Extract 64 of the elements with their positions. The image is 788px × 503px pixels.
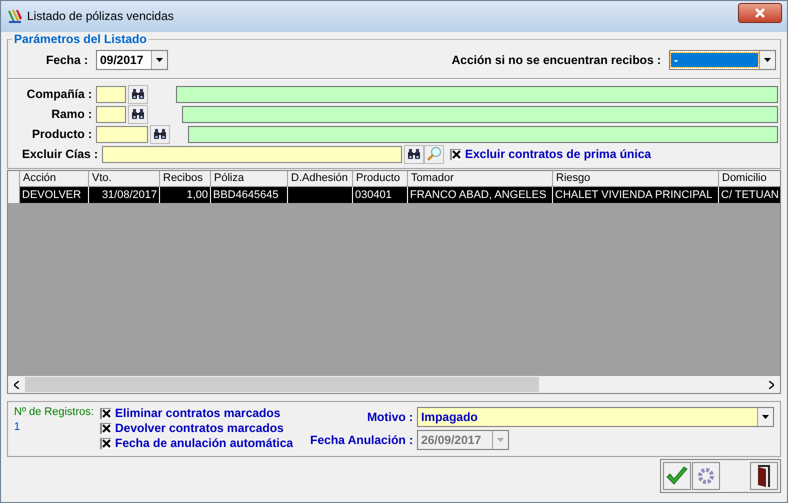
checkmark-icon [665,466,689,486]
table-cell: FRANCO ABAD, ANGELES [408,187,553,203]
window-title: Listado de pólizas vencidas [27,9,175,23]
binoculars-icon [407,148,421,160]
close-button[interactable] [738,3,782,23]
close-icon [754,8,766,18]
caret-icon [156,58,163,62]
field-label: Motivo : [366,410,414,424]
caret-icon [764,58,771,62]
field-label: Compañía : [26,87,92,101]
table-cell [288,187,353,203]
code-field[interactable] [96,106,126,122]
field-label: Fecha Anulación : [309,433,414,447]
checkbox[interactable] [450,148,461,160]
field-label: Ramo : [50,107,92,121]
checkbox[interactable] [100,422,111,434]
table-cell: CHALET VIVIENDA PRINCIPAL [553,187,719,203]
table-cell: DEVOLVER [20,187,89,203]
search-button[interactable] [128,84,148,104]
field-label: Acción si no se encuentran recibos : [452,53,661,67]
table-row[interactable]: DEVOLVER 31/08/2017 1,00 BBD4645645 030401 FRANCO ABAD, ANGELES CHALET VIVIENDA PRINCIPAL C/ TETUAN [8,187,780,203]
checkbox-label: Fecha de anulación automática [115,436,294,450]
table-cell: 1,00 [160,187,211,203]
x-mark-icon [102,439,111,448]
checkbox-label: Devolver contratos marcados [115,421,284,435]
records-count: 1 [14,421,22,433]
code-field[interactable] [96,126,148,142]
search-button[interactable] [128,104,148,124]
x-mark-icon [102,424,111,433]
exit-button[interactable] [750,462,778,490]
code-field[interactable] [96,86,126,102]
table-cell: 030401 [353,187,408,203]
binoculars-icon [131,108,145,120]
action-dropdown[interactable]: - [669,50,776,70]
group-title: Parámetros del Listado [13,32,148,46]
settings-button[interactable] [692,462,720,490]
accept-button[interactable] [663,462,691,490]
field-label: Producto : [31,127,92,141]
binoculars-icon [131,88,145,100]
exclude-field[interactable] [102,146,402,162]
door-icon [756,464,772,488]
settings-icon [696,466,716,486]
binoculars-icon [153,128,167,140]
search-button[interactable] [150,124,170,144]
reason-dropdown[interactable]: Impagado [417,407,774,427]
checkbox-label: Excluir contratos de prima única [465,147,652,161]
app-logo-icon [7,8,23,24]
table-cell: 31/08/2017 [89,187,160,203]
table-cell: C/ TETUAN [719,187,780,203]
x-mark-icon [102,409,111,418]
magnifier-icon [426,146,442,162]
checkbox-label: Eliminar contratos marcados [115,406,280,420]
date-dropdown[interactable]: 09/2017 [96,50,168,70]
checkbox[interactable] [100,408,111,418]
field-label: Excluir Cías : [20,147,98,161]
x-mark-icon [452,150,461,159]
horizontal-scrollbar[interactable] [8,376,780,393]
checkbox[interactable] [100,438,111,448]
search-button[interactable] [404,144,424,164]
records-label: Nº de Registros: [14,406,94,418]
table-cell: BBD4645645 [211,187,288,203]
field-label: Fecha : [44,53,88,67]
caret-icon [762,415,769,419]
caret-icon [497,438,504,442]
